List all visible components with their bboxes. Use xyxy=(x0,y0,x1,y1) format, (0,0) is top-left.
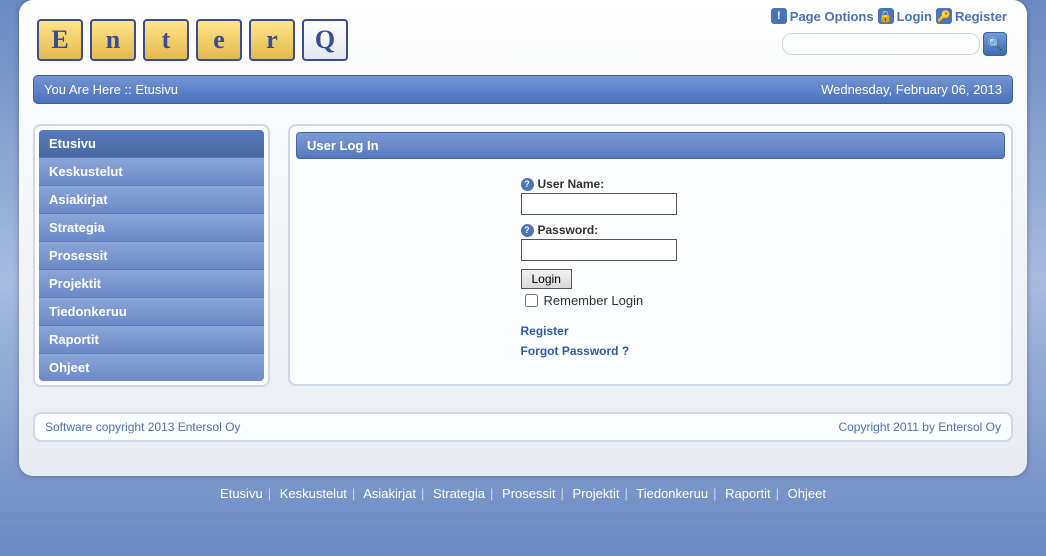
page-options-link[interactable]: ! Page Options xyxy=(771,8,874,24)
sidebar-item-tiedonkeruu[interactable]: Tiedonkeruu xyxy=(39,298,264,326)
login-link[interactable]: 🔒 Login xyxy=(878,8,932,24)
content-module: User Log In ? User Name: ? Password: Log… xyxy=(288,124,1013,386)
separator: | xyxy=(268,486,271,501)
bottom-link-asiakirjat[interactable]: Asiakirjat xyxy=(363,486,416,501)
help-icon[interactable]: ? xyxy=(521,224,534,237)
register-link[interactable]: 🔑 Register xyxy=(936,8,1007,24)
remember-row: Remember Login xyxy=(521,291,781,310)
remember-label: Remember Login xyxy=(544,293,644,308)
footer-left: Software copyright 2013 Entersol Oy xyxy=(45,420,240,434)
logo-tile: Q xyxy=(302,19,348,61)
separator: | xyxy=(776,486,779,501)
separator: | xyxy=(561,486,564,501)
password-label: Password: xyxy=(538,223,599,237)
breadcrumb-current: Etusivu xyxy=(135,82,178,97)
bottom-link-strategia[interactable]: Strategia xyxy=(433,486,485,501)
bottom-link-tiedonkeruu[interactable]: Tiedonkeruu xyxy=(636,486,708,501)
sidebar-item-raportit[interactable]: Raportit xyxy=(39,326,264,354)
bottom-link-etusivu[interactable]: Etusivu xyxy=(220,486,263,501)
separator: | xyxy=(352,486,355,501)
login-form: ? User Name: ? Password: Login Remember … xyxy=(521,177,781,364)
separator: | xyxy=(421,486,424,501)
sidebar-item-strategia[interactable]: Strategia xyxy=(39,214,264,242)
bottom-link-keskustelut[interactable]: Keskustelut xyxy=(280,486,347,501)
help-icon[interactable]: ? xyxy=(521,178,534,191)
bottom-nav: Etusivu | Keskustelut | Asiakirjat | Strate… xyxy=(33,486,1013,501)
bottom-link-raportit[interactable]: Raportit xyxy=(725,486,771,501)
register-form-link[interactable]: Register xyxy=(521,324,569,338)
lock-icon: 🔒 xyxy=(878,8,894,24)
sidebar-item-prosessit[interactable]: Prosessit xyxy=(39,242,264,270)
breadcrumb: You Are Here :: Etusivu xyxy=(44,82,178,97)
key-icon: 🔑 xyxy=(936,8,952,24)
separator: | xyxy=(490,486,493,501)
search-button[interactable]: 🔍 xyxy=(983,32,1007,56)
username-label: User Name: xyxy=(538,177,605,191)
bottom-link-ohjeet[interactable]: Ohjeet xyxy=(788,486,826,501)
sidebar-item-keskustelut[interactable]: Keskustelut xyxy=(39,158,264,186)
logo-tile: t xyxy=(143,19,189,61)
footer-right: Copyright 2011 by Entersol Oy xyxy=(838,420,1001,434)
forgot-password-link[interactable]: Forgot Password ? xyxy=(521,344,630,358)
current-date: Wednesday, February 06, 2013 xyxy=(821,82,1002,97)
username-input[interactable] xyxy=(521,193,677,215)
sidebar: Etusivu Keskustelut Asiakirjat Strategia… xyxy=(33,124,270,387)
search-input[interactable] xyxy=(782,33,980,55)
separator: | xyxy=(713,486,716,501)
logo-tile: e xyxy=(196,19,242,61)
main-columns: Etusivu Keskustelut Asiakirjat Strategia… xyxy=(33,124,1013,387)
app-card: ! Page Options 🔒 Login 🔑 Register 🔍 E n … xyxy=(19,0,1027,476)
sidebar-item-asiakirjat[interactable]: Asiakirjat xyxy=(39,186,264,214)
sidebar-nav: Etusivu Keskustelut Asiakirjat Strategia… xyxy=(39,130,264,381)
logo-tile: E xyxy=(37,19,83,61)
sidebar-item-etusivu[interactable]: Etusivu xyxy=(39,130,264,158)
header-links: ! Page Options 🔒 Login 🔑 Register xyxy=(771,8,1007,24)
sidebar-item-ohjeet[interactable]: Ohjeet xyxy=(39,354,264,381)
login-link-label: Login xyxy=(897,9,932,24)
password-input[interactable] xyxy=(521,239,677,261)
remember-checkbox[interactable] xyxy=(525,294,538,307)
bottom-link-projektit[interactable]: Projektit xyxy=(573,486,620,501)
bottom-link-prosessit[interactable]: Prosessit xyxy=(502,486,555,501)
exclamation-icon: ! xyxy=(771,8,787,24)
search-icon: 🔍 xyxy=(988,37,1003,51)
logo-tile: n xyxy=(90,19,136,61)
page-options-label: Page Options xyxy=(790,9,874,24)
username-label-row: ? User Name: xyxy=(521,177,781,191)
login-button[interactable]: Login xyxy=(521,269,572,289)
register-link-label: Register xyxy=(955,9,1007,24)
sidebar-item-projektit[interactable]: Projektit xyxy=(39,270,264,298)
separator: | xyxy=(624,486,627,501)
breadcrumb-bar: You Are Here :: Etusivu Wednesday, Febru… xyxy=(33,75,1013,104)
password-label-row: ? Password: xyxy=(521,223,781,237)
search-row: 🔍 xyxy=(782,32,1007,56)
breadcrumb-prefix: You Are Here :: xyxy=(44,82,135,97)
inner-footer: Software copyright 2013 Entersol Oy Copy… xyxy=(33,412,1013,442)
module-title: User Log In xyxy=(296,132,1005,159)
logo-tile: r xyxy=(249,19,295,61)
